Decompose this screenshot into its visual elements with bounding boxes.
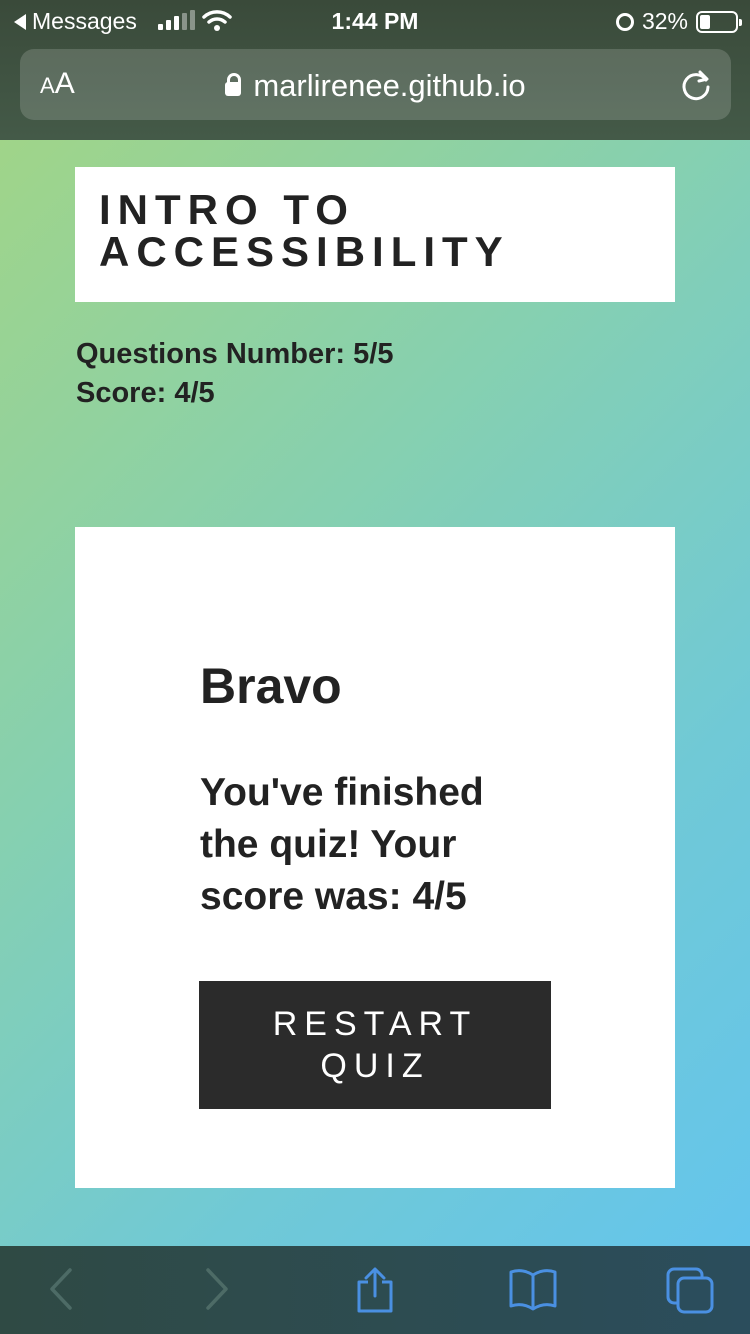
status-right: 32% xyxy=(615,8,742,35)
alarm-icon xyxy=(615,12,634,31)
result-card: Bravo You've finished the quiz! Your sco… xyxy=(75,527,675,1188)
quiz-stats: Questions Number: 5/5 Score: 4/5 xyxy=(76,335,393,413)
browser-chrome: Messages 1:44 PM 32% AA marlirenee.githu… xyxy=(0,0,750,140)
restart-quiz-button[interactable]: RESTART QUIZ xyxy=(199,981,551,1109)
battery-percent: 32% xyxy=(641,8,688,34)
bookmarks-icon[interactable] xyxy=(508,1266,558,1312)
lock-icon xyxy=(225,73,242,96)
address-bar[interactable]: AA marlirenee.github.io xyxy=(20,49,731,120)
header-box: INTRO TO ACCESSIBILITY xyxy=(75,167,675,302)
share-icon[interactable] xyxy=(354,1266,396,1314)
questions-number: Questions Number: 5/5 xyxy=(76,338,394,370)
result-heading: Bravo xyxy=(200,658,342,714)
back-icon[interactable] xyxy=(46,1266,76,1312)
score: Score: 4/5 xyxy=(76,377,215,409)
browser-toolbar xyxy=(0,1246,750,1334)
forward-icon[interactable] xyxy=(202,1266,232,1312)
result-message: You've finished the quiz! Your score was… xyxy=(200,771,484,918)
url-display[interactable]: marlirenee.github.io xyxy=(20,68,731,104)
url-text: marlirenee.github.io xyxy=(253,68,526,103)
page-title: INTRO TO ACCESSIBILITY xyxy=(99,186,510,275)
reload-icon[interactable] xyxy=(679,68,713,102)
battery-icon xyxy=(696,10,742,33)
tabs-icon[interactable] xyxy=(664,1266,716,1314)
status-bar: Messages 1:44 PM 32% xyxy=(0,0,750,42)
